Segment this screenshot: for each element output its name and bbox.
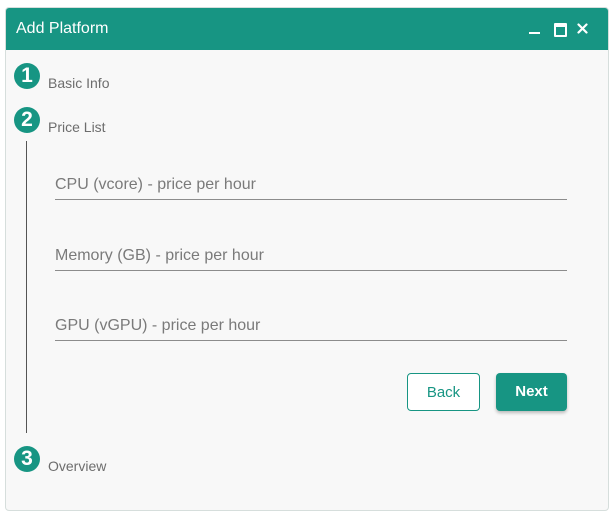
dialog-title: Add Platform (16, 20, 109, 37)
maximize-icon[interactable] (552, 21, 568, 37)
close-icon[interactable] (575, 21, 591, 37)
step-2-label[interactable]: Price List (48, 119, 106, 135)
back-button[interactable]: Back (407, 373, 480, 411)
memory-price-field (55, 242, 567, 271)
gpu-price-field (55, 312, 567, 341)
step-2-icon: 2 (14, 107, 40, 133)
step-3-icon: 3 (14, 446, 40, 472)
gpu-price-input[interactable] (55, 312, 567, 340)
step-connector (26, 141, 27, 433)
step-1-icon: 1 (14, 63, 40, 89)
add-platform-dialog: Add Platform 1 Basic Info 2 Price List B… (5, 7, 609, 511)
cpu-price-input[interactable] (55, 171, 567, 199)
memory-price-input[interactable] (55, 242, 567, 270)
cpu-price-field (55, 171, 567, 200)
step-1-label[interactable]: Basic Info (48, 75, 109, 91)
minimize-icon[interactable] (527, 21, 543, 37)
next-button[interactable]: Next (496, 373, 567, 411)
title-bar: Add Platform (6, 8, 608, 50)
step-3-label[interactable]: Overview (48, 458, 106, 474)
